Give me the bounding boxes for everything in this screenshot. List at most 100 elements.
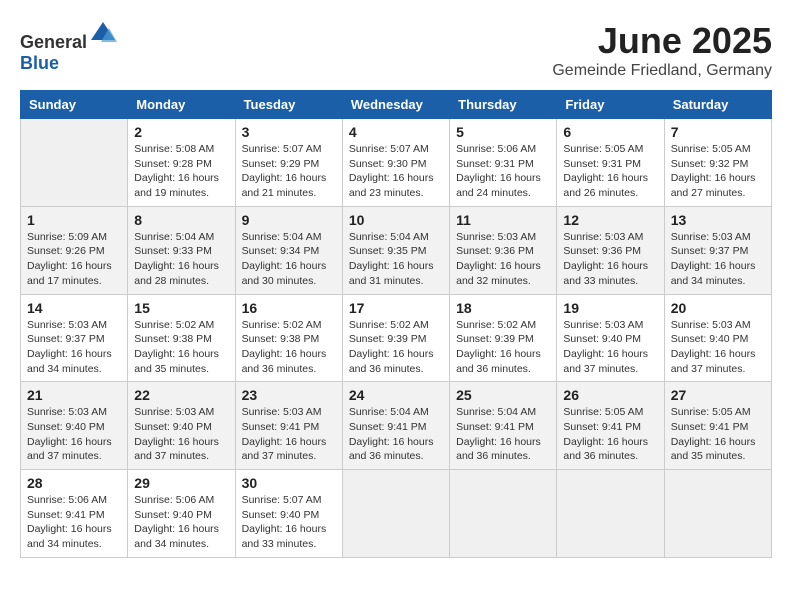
day-number: 15 <box>134 300 228 316</box>
day-number: 27 <box>671 387 765 403</box>
day-info: Sunrise: 5:03 AM Sunset: 9:40 PM Dayligh… <box>671 318 765 377</box>
day-number: 9 <box>242 212 336 228</box>
table-cell: 17Sunrise: 5:02 AM Sunset: 9:39 PM Dayli… <box>342 294 449 382</box>
table-cell: 26 Sunrise: 5:05 AM Sunset: 9:41 PM Dayli… <box>557 382 664 470</box>
table-cell: 1 Sunrise: 5:09 AM Sunset: 9:26 PM Daylig… <box>21 206 128 294</box>
day-info: Sunrise: 5:09 AM Sunset: 9:26 PM Dayligh… <box>27 230 121 289</box>
day-number: 5 <box>456 124 550 140</box>
day-number: 17 <box>349 300 443 316</box>
day-info: Sunrise: 5:03 AM Sunset: 9:40 PM Dayligh… <box>134 405 228 464</box>
table-cell <box>664 470 771 558</box>
day-number: 1 <box>27 212 121 228</box>
calendar-row-5: 28 Sunrise: 5:06 AM Sunset: 9:41 PM Dayli… <box>21 470 772 558</box>
day-info: Sunrise: 5:05 AM Sunset: 9:32 PM Dayligh… <box>671 142 765 201</box>
table-cell: 16 Sunrise: 5:02 AM Sunset: 9:38 PM Dayli… <box>235 294 342 382</box>
day-number: 10 <box>349 212 443 228</box>
day-number: 6 <box>563 124 657 140</box>
table-cell: 11Sunrise: 5:03 AM Sunset: 9:36 PM Dayli… <box>450 206 557 294</box>
table-cell: 29 Sunrise: 5:06 AM Sunset: 9:40 PM Dayli… <box>128 470 235 558</box>
col-sunday: Sunday <box>21 91 128 119</box>
calendar-row-1: 2 Sunrise: 5:08 AM Sunset: 9:28 PM Daylig… <box>21 119 772 207</box>
day-info: Sunrise: 5:07 AM Sunset: 9:30 PM Dayligh… <box>349 142 443 201</box>
table-cell: 25 Sunrise: 5:04 AM Sunset: 9:41 PM Dayli… <box>450 382 557 470</box>
month-title: June 2025 <box>552 20 772 62</box>
table-cell <box>342 470 449 558</box>
day-info: Sunrise: 5:07 AM Sunset: 9:29 PM Dayligh… <box>242 142 336 201</box>
table-cell: 27Sunrise: 5:05 AM Sunset: 9:41 PM Dayli… <box>664 382 771 470</box>
col-friday: Friday <box>557 91 664 119</box>
col-monday: Monday <box>128 91 235 119</box>
day-info: Sunrise: 5:07 AM Sunset: 9:40 PM Dayligh… <box>242 493 336 552</box>
day-number: 16 <box>242 300 336 316</box>
table-cell: 18 Sunrise: 5:02 AM Sunset: 9:39 PM Dayli… <box>450 294 557 382</box>
title-area: June 2025 Gemeinde Friedland, Germany <box>552 20 772 80</box>
day-info: Sunrise: 5:08 AM Sunset: 9:28 PM Dayligh… <box>134 142 228 201</box>
day-number: 23 <box>242 387 336 403</box>
page-header: General Blue June 2025 Gemeinde Friedlan… <box>20 20 772 80</box>
day-info: Sunrise: 5:02 AM Sunset: 9:38 PM Dayligh… <box>242 318 336 377</box>
day-info: Sunrise: 5:05 AM Sunset: 9:41 PM Dayligh… <box>563 405 657 464</box>
day-number: 2 <box>134 124 228 140</box>
day-number: 21 <box>27 387 121 403</box>
day-info: Sunrise: 5:04 AM Sunset: 9:41 PM Dayligh… <box>456 405 550 464</box>
table-cell: 4 Sunrise: 5:07 AM Sunset: 9:30 PM Daylig… <box>342 119 449 207</box>
logo-general: General <box>20 32 87 52</box>
table-cell: 20 Sunrise: 5:03 AM Sunset: 9:40 PM Dayli… <box>664 294 771 382</box>
table-cell: 9 Sunrise: 5:04 AM Sunset: 9:34 PM Daylig… <box>235 206 342 294</box>
day-info: Sunrise: 5:06 AM Sunset: 9:41 PM Dayligh… <box>27 493 121 552</box>
day-info: Sunrise: 5:03 AM Sunset: 9:40 PM Dayligh… <box>27 405 121 464</box>
table-cell: 14 Sunrise: 5:03 AM Sunset: 9:37 PM Dayli… <box>21 294 128 382</box>
day-info: Sunrise: 5:04 AM Sunset: 9:33 PM Dayligh… <box>134 230 228 289</box>
day-number: 22 <box>134 387 228 403</box>
calendar-row-4: 21 Sunrise: 5:03 AM Sunset: 9:40 PM Dayli… <box>21 382 772 470</box>
day-info: Sunrise: 5:03 AM Sunset: 9:36 PM Dayligh… <box>456 230 550 289</box>
table-cell: 3 Sunrise: 5:07 AM Sunset: 9:29 PM Daylig… <box>235 119 342 207</box>
table-cell: 30 Sunrise: 5:07 AM Sunset: 9:40 PM Dayli… <box>235 470 342 558</box>
day-info: Sunrise: 5:03 AM Sunset: 9:36 PM Dayligh… <box>563 230 657 289</box>
logo-icon <box>89 20 117 48</box>
day-info: Sunrise: 5:03 AM Sunset: 9:41 PM Dayligh… <box>242 405 336 464</box>
location-title: Gemeinde Friedland, Germany <box>552 62 772 80</box>
day-info: Sunrise: 5:03 AM Sunset: 9:37 PM Dayligh… <box>671 230 765 289</box>
day-number: 30 <box>242 475 336 491</box>
table-cell: 10 Sunrise: 5:04 AM Sunset: 9:35 PM Dayli… <box>342 206 449 294</box>
col-tuesday: Tuesday <box>235 91 342 119</box>
table-cell: 22 Sunrise: 5:03 AM Sunset: 9:40 PM Dayli… <box>128 382 235 470</box>
day-info: Sunrise: 5:04 AM Sunset: 9:34 PM Dayligh… <box>242 230 336 289</box>
day-number: 13 <box>671 212 765 228</box>
day-info: Sunrise: 5:06 AM Sunset: 9:40 PM Dayligh… <box>134 493 228 552</box>
day-info: Sunrise: 5:04 AM Sunset: 9:41 PM Dayligh… <box>349 405 443 464</box>
col-wednesday: Wednesday <box>342 91 449 119</box>
day-number: 26 <box>563 387 657 403</box>
table-cell: 8Sunrise: 5:04 AM Sunset: 9:33 PM Daylig… <box>128 206 235 294</box>
day-info: Sunrise: 5:02 AM Sunset: 9:38 PM Dayligh… <box>134 318 228 377</box>
table-cell <box>450 470 557 558</box>
day-info: Sunrise: 5:02 AM Sunset: 9:39 PM Dayligh… <box>456 318 550 377</box>
day-number: 14 <box>27 300 121 316</box>
table-cell: 23 Sunrise: 5:03 AM Sunset: 9:41 PM Dayli… <box>235 382 342 470</box>
logo: General Blue <box>20 20 117 74</box>
day-number: 20 <box>671 300 765 316</box>
table-cell: 2 Sunrise: 5:08 AM Sunset: 9:28 PM Daylig… <box>128 119 235 207</box>
calendar-header-row: Sunday Monday Tuesday Wednesday Thursday… <box>21 91 772 119</box>
table-cell <box>21 119 128 207</box>
day-number: 29 <box>134 475 228 491</box>
day-number: 24 <box>349 387 443 403</box>
table-cell: 21 Sunrise: 5:03 AM Sunset: 9:40 PM Dayli… <box>21 382 128 470</box>
day-number: 7 <box>671 124 765 140</box>
day-info: Sunrise: 5:03 AM Sunset: 9:37 PM Dayligh… <box>27 318 121 377</box>
table-cell: 15 Sunrise: 5:02 AM Sunset: 9:38 PM Dayli… <box>128 294 235 382</box>
table-cell: 7 Sunrise: 5:05 AM Sunset: 9:32 PM Daylig… <box>664 119 771 207</box>
day-info: Sunrise: 5:04 AM Sunset: 9:35 PM Dayligh… <box>349 230 443 289</box>
calendar-table: Sunday Monday Tuesday Wednesday Thursday… <box>20 90 772 558</box>
day-number: 25 <box>456 387 550 403</box>
day-number: 18 <box>456 300 550 316</box>
day-number: 28 <box>27 475 121 491</box>
table-cell: 6Sunrise: 5:05 AM Sunset: 9:31 PM Daylig… <box>557 119 664 207</box>
table-cell: 24 Sunrise: 5:04 AM Sunset: 9:41 PM Dayli… <box>342 382 449 470</box>
day-number: 4 <box>349 124 443 140</box>
day-number: 3 <box>242 124 336 140</box>
day-info: Sunrise: 5:06 AM Sunset: 9:31 PM Dayligh… <box>456 142 550 201</box>
day-number: 19 <box>563 300 657 316</box>
calendar-row-3: 14 Sunrise: 5:03 AM Sunset: 9:37 PM Dayli… <box>21 294 772 382</box>
